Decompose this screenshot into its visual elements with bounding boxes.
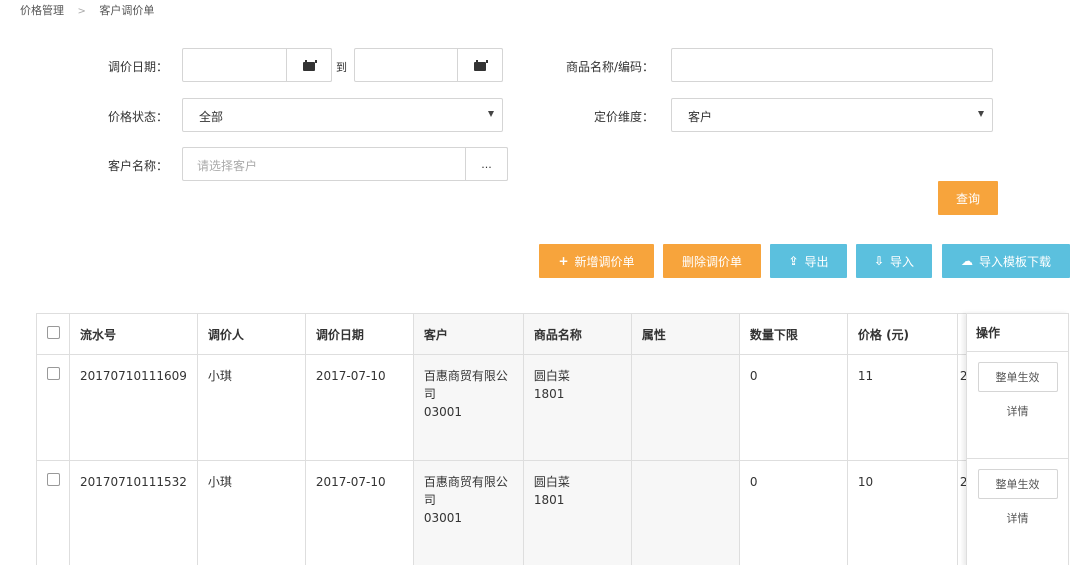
header-customer: 客户 — [412, 313, 524, 355]
dimension-select[interactable]: 客户 — [671, 98, 993, 132]
cloud-download-icon: ☁ — [960, 254, 973, 268]
calendar-icon — [303, 59, 317, 71]
cell-person: 小琪 — [196, 354, 306, 461]
customer-label: 客户名称： — [107, 159, 168, 173]
cell-date: 2017-07-10 — [304, 354, 414, 461]
select-all-cell[interactable] — [36, 313, 70, 355]
date-start-input[interactable] — [182, 48, 332, 82]
cell-serial: 20170710111609 — [69, 354, 198, 461]
breadcrumb: 价格管理 > 客户调价单 — [20, 2, 154, 18]
header-attribute: 属性 — [630, 313, 740, 355]
import-template-download-button[interactable]: ☁ 导入模板下载 — [942, 244, 1070, 278]
product-search-input[interactable] — [671, 48, 993, 82]
header-operations: 操作 — [967, 314, 1068, 352]
date-start-calendar-button[interactable] — [286, 48, 332, 82]
cell-attribute — [630, 460, 740, 565]
activate-order-button[interactable]: 整单生效 — [977, 362, 1058, 392]
activate-order-button[interactable]: 整单生效 — [977, 469, 1058, 499]
row-checkbox-cell[interactable] — [36, 354, 70, 461]
product-code: 1801 — [533, 387, 565, 401]
cell-serial: 20170710111532 — [69, 460, 198, 565]
plus-icon: + — [558, 254, 569, 268]
dimension-label: 定价维度： — [593, 110, 654, 124]
product-name: 圆白菜 — [533, 475, 570, 489]
search-button[interactable]: 查询 — [938, 181, 998, 215]
customer-picker-button[interactable]: ... — [465, 147, 508, 181]
date-end-calendar-button[interactable] — [457, 48, 503, 82]
customer-name: 百惠商贸有限公司 — [423, 475, 508, 507]
details-link[interactable]: 详情 — [1007, 510, 1029, 526]
chevron-down-icon — [978, 111, 984, 117]
cell-customer: 百惠商贸有限公司 03001 — [412, 354, 524, 461]
cell-min-qty: 0 — [738, 354, 848, 461]
cell-attribute — [630, 354, 740, 461]
breadcrumb-separator: > — [77, 6, 86, 17]
table-row: 20170710111609 小琪 2017-07-10 百惠商贸有限公司 03… — [36, 354, 979, 461]
breadcrumb-item-current: 客户调价单 — [99, 4, 155, 17]
row-checkbox[interactable] — [47, 473, 60, 486]
table-header-row: 流水号 调价人 调价日期 客户 商品名称 属性 数量下限 价格 (元) — [36, 313, 979, 355]
row-checkbox[interactable] — [47, 367, 60, 380]
search-button-label: 查询 — [955, 191, 980, 206]
calendar-icon — [474, 59, 488, 71]
header-price: 价格 (元) — [846, 313, 958, 355]
new-adjustment-label: 新增调价单 — [574, 254, 635, 269]
import-label: 导入 — [890, 254, 915, 269]
cell-price: 11 — [846, 354, 958, 461]
row-checkbox-cell[interactable] — [36, 460, 70, 565]
export-label: 导出 — [804, 254, 829, 269]
customer-input-placeholder: 请选择客户 — [197, 159, 258, 173]
operations-cell: 整单生效 详情 — [967, 352, 1068, 459]
table-row: 20170710111532 小琪 2017-07-10 百惠商贸有限公司 03… — [36, 460, 979, 565]
export-button[interactable]: ⇪ 导出 — [770, 244, 847, 278]
new-adjustment-button[interactable]: + 新增调价单 — [539, 244, 654, 278]
date-to-label: 到 — [336, 61, 347, 74]
header-person: 调价人 — [196, 313, 306, 355]
cell-price: 10 — [846, 460, 958, 565]
delete-adjustment-label: 删除调价单 — [681, 254, 742, 269]
customer-code: 03001 — [423, 511, 463, 525]
cell-min-qty: 0 — [738, 460, 848, 565]
import-template-label: 导入模板下载 — [978, 254, 1051, 269]
cell-product: 圆白菜 1801 — [522, 460, 632, 565]
operations-cell: 整单生效 详情 — [967, 459, 1068, 565]
date-label: 调价日期： — [107, 60, 168, 74]
product-label: 商品名称/编码： — [565, 60, 654, 74]
product-code: 1801 — [533, 493, 565, 507]
product-name: 圆白菜 — [533, 369, 570, 383]
import-button[interactable]: ⇩ 导入 — [856, 244, 932, 278]
chevron-down-icon — [488, 111, 494, 117]
cell-person: 小琪 — [196, 460, 306, 565]
status-label: 价格状态： — [107, 110, 168, 124]
status-select[interactable]: 全部 — [182, 98, 503, 132]
cell-customer: 百惠商贸有限公司 03001 — [412, 460, 524, 565]
export-icon: ⇪ — [788, 254, 799, 268]
price-adjustment-table: 流水号 调价人 调价日期 客户 商品名称 属性 数量下限 价格 (元) 2017… — [36, 313, 979, 565]
header-product: 商品名称 — [522, 313, 632, 355]
header-min-qty: 数量下限 — [738, 313, 848, 355]
customer-input[interactable]: 请选择客户 ... — [182, 147, 508, 181]
ellipsis-icon: ... — [481, 157, 492, 171]
delete-adjustment-button[interactable]: 删除调价单 — [663, 244, 761, 278]
details-link[interactable]: 详情 — [1007, 403, 1029, 419]
import-icon: ⇩ — [873, 254, 885, 268]
breadcrumb-item-price-mgmt[interactable]: 价格管理 — [20, 4, 64, 17]
customer-code: 03001 — [423, 405, 463, 419]
customer-name: 百惠商贸有限公司 — [423, 369, 508, 401]
header-date: 调价日期 — [304, 313, 414, 355]
select-all-checkbox[interactable] — [47, 326, 60, 339]
status-select-value: 全部 — [199, 110, 224, 124]
header-serial: 流水号 — [69, 313, 198, 355]
date-end-input[interactable] — [354, 48, 503, 82]
cell-date: 2017-07-10 — [304, 460, 414, 565]
operations-column: 操作 整单生效 详情 整单生效 详情 — [966, 313, 1069, 565]
dimension-select-value: 客户 — [688, 110, 713, 124]
cell-product: 圆白菜 1801 — [522, 354, 632, 461]
